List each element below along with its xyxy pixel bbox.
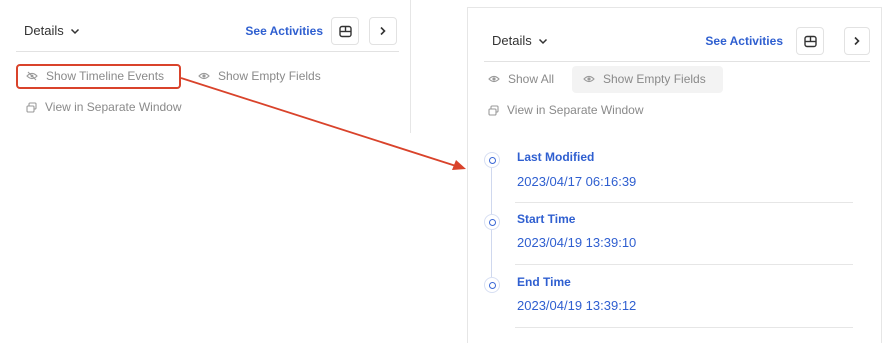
details-dropdown[interactable]: Details: [492, 33, 548, 48]
show-empty-fields-option[interactable]: Show Empty Fields: [583, 72, 706, 86]
see-activities-link[interactable]: See Activities: [245, 24, 323, 38]
timeline-label: End Time: [517, 275, 571, 289]
details-title: Details: [24, 23, 64, 38]
timeline-label: Last Modified: [517, 150, 595, 164]
divider: [515, 202, 853, 203]
layout-icon: [338, 25, 352, 37]
details-panel-before: Details See Activities Show Timeline Eve…: [0, 0, 411, 133]
timeline-item: Last Modified 2023/04/17 06:16:39: [482, 150, 862, 213]
view-separate-window-option[interactable]: View in Separate Window: [488, 103, 644, 117]
timeline-item: Start Time 2023/04/19 13:39:10: [482, 212, 862, 275]
details-header: Details See Activities: [484, 23, 870, 62]
collapse-panel-button[interactable]: [844, 27, 870, 55]
collapse-panel-button[interactable]: [369, 17, 397, 45]
show-empty-fields-label: Show Empty Fields: [603, 72, 706, 86]
view-separate-window-option[interactable]: View in Separate Window: [26, 100, 182, 114]
timeline-dot-icon: [484, 152, 500, 168]
see-activities-link[interactable]: See Activities: [705, 34, 783, 48]
show-timeline-events-option[interactable]: Show Timeline Events: [26, 69, 164, 83]
timeline-dot-icon: [484, 277, 500, 293]
chevron-down-icon: [70, 28, 79, 34]
divider: [515, 264, 853, 265]
show-empty-fields-option[interactable]: Show Empty Fields: [198, 69, 321, 83]
window-icon: [26, 101, 37, 113]
timeline-value: 2023/04/17 06:16:39: [517, 174, 637, 189]
show-empty-fields-label: Show Empty Fields: [218, 69, 321, 83]
window-icon: [488, 104, 499, 116]
timeline-label: Start Time: [517, 212, 576, 226]
divider: [515, 327, 853, 328]
chevron-down-icon: [538, 38, 547, 44]
eye-slash-icon: [26, 71, 38, 81]
show-all-option[interactable]: Show All: [488, 72, 554, 86]
layout-icon: [803, 35, 817, 47]
view-separate-window-label: View in Separate Window: [45, 100, 182, 114]
timeline-dot-icon: [484, 214, 500, 230]
timeline-item: End Time 2023/04/19 13:39:12: [482, 275, 862, 338]
show-all-label: Show All: [508, 72, 555, 86]
timeline-value: 2023/04/19 13:39:10: [517, 235, 637, 250]
view-separate-window-label: View in Separate Window: [507, 103, 644, 117]
chevron-right-icon: [854, 36, 860, 46]
timeline-value: 2023/04/19 13:39:12: [517, 298, 637, 313]
layout-toggle-button[interactable]: [796, 27, 824, 55]
eye-icon: [488, 75, 500, 83]
details-dropdown[interactable]: Details: [24, 23, 80, 38]
layout-toggle-button[interactable]: [331, 17, 359, 45]
eye-icon: [583, 75, 595, 83]
show-timeline-events-label: Show Timeline Events: [46, 69, 165, 83]
details-title: Details: [492, 33, 532, 48]
details-header: Details See Activities: [16, 15, 399, 52]
eye-icon: [198, 72, 210, 80]
chevron-right-icon: [380, 26, 386, 36]
